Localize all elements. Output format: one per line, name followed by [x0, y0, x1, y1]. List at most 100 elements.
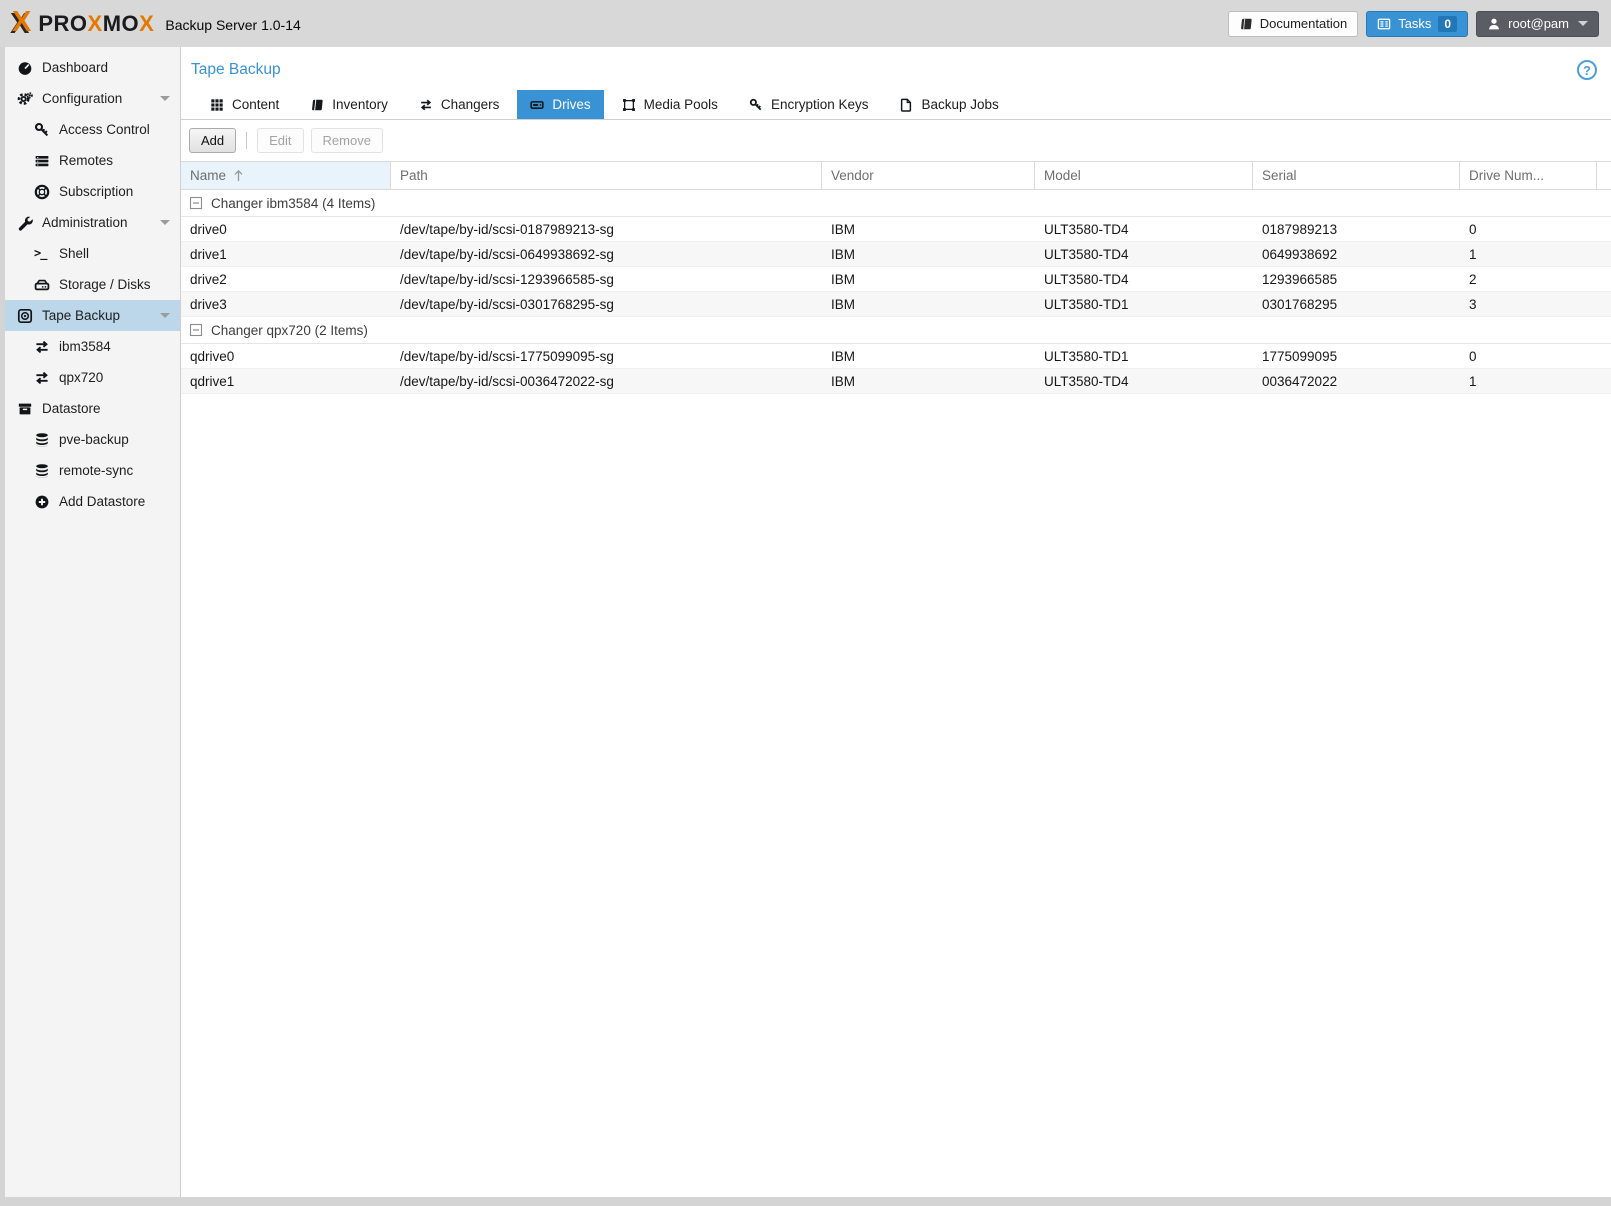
tab-backup-jobs[interactable]: Backup Jobs: [886, 90, 1011, 119]
user-menu-button[interactable]: root@pam: [1476, 10, 1599, 37]
cell-serial: 0649938692: [1262, 246, 1338, 262]
chevron-down-icon[interactable]: [160, 96, 170, 101]
tab-label: Encryption Keys: [770, 97, 869, 112]
sidebar-item-remotes[interactable]: Remotes: [5, 145, 180, 176]
add-button[interactable]: Add: [189, 128, 237, 153]
sidebar-item-storage-disks[interactable]: Storage / Disks: [5, 269, 180, 300]
key-icon: [34, 122, 50, 138]
sidebar-item-ibm3584[interactable]: ibm3584: [5, 331, 180, 362]
sidebar-item-label: Remotes: [59, 153, 114, 168]
wrench-icon: [17, 215, 33, 231]
tasks-label: Tasks: [1398, 16, 1432, 31]
sidebar-item-label: Dashboard: [42, 60, 109, 75]
column-header-drive-num[interactable]: Drive Num...: [1460, 162, 1597, 189]
tab-label: Drives: [552, 97, 591, 112]
group-header-qpx720[interactable]: Changer qpx720 (2 Items): [181, 317, 1611, 344]
column-header-serial[interactable]: Serial: [1253, 162, 1460, 189]
user-label: root@pam: [1508, 16, 1569, 31]
chevron-down-icon[interactable]: [160, 313, 170, 318]
tape-drive-icon: [530, 98, 545, 112]
gears-icon: [17, 91, 33, 107]
cell-model: ULT3580-TD4: [1044, 271, 1129, 287]
tab-drives[interactable]: Drives: [517, 90, 604, 119]
sidebar-item-label: Access Control: [59, 122, 150, 137]
sidebar-item-shell[interactable]: >_ Shell: [5, 238, 180, 269]
sidebar-item-tape-backup[interactable]: Tape Backup: [5, 300, 180, 331]
table-row[interactable]: drive2 /dev/tape/by-id/scsi-1293966585-s…: [181, 267, 1611, 292]
proxmox-wordmark: PROXMOX: [38, 10, 155, 36]
sidebar-item-subscription[interactable]: Subscription: [5, 176, 180, 207]
sidebar-item-administration[interactable]: Administration: [5, 207, 180, 238]
cell-drive-num: 1: [1469, 373, 1477, 389]
group-label: Changer ibm3584 (4 Items): [211, 195, 376, 211]
exchange-icon: [34, 339, 50, 355]
sidebar-item-pve-backup[interactable]: pve-backup: [5, 424, 180, 455]
remove-button[interactable]: Remove: [310, 128, 383, 153]
cell-name: qdrive0: [190, 348, 235, 364]
table-row[interactable]: qdrive0 /dev/tape/by-id/scsi-1775099095-…: [181, 344, 1611, 369]
table-header-row: Name Path Vendor Model Serial Drive Num.…: [181, 161, 1611, 190]
cell-serial: 0036472022: [1262, 373, 1338, 389]
sidebar-item-label: Administration: [42, 215, 128, 230]
tape-icon: [17, 308, 33, 324]
tab-content[interactable]: Content: [197, 90, 292, 119]
gauge-icon: [17, 60, 33, 76]
documentation-label: Documentation: [1259, 16, 1348, 31]
sidebar-item-remote-sync[interactable]: remote-sync: [5, 455, 180, 486]
cell-vendor: IBM: [831, 373, 856, 389]
toolbar: Add Edit Remove: [181, 120, 1611, 161]
collapse-icon[interactable]: [189, 323, 203, 337]
exchange-icon: [419, 98, 433, 112]
sidebar-item-configuration[interactable]: Configuration: [5, 83, 180, 114]
tab-label: Media Pools: [643, 97, 718, 112]
cell-path: /dev/tape/by-id/scsi-1293966585-sg: [400, 271, 614, 287]
table-row[interactable]: drive3 /dev/tape/by-id/scsi-0301768295-s…: [181, 292, 1611, 317]
tab-label: Inventory: [332, 97, 388, 112]
task-list-icon: [1377, 17, 1391, 31]
page-title: Tape Backup: [191, 61, 281, 78]
column-header-path[interactable]: Path: [391, 162, 822, 189]
tab-changers[interactable]: Changers: [406, 90, 513, 119]
sidebar-item-add-datastore[interactable]: Add Datastore: [5, 486, 180, 517]
sidebar-item-datastore[interactable]: Datastore: [5, 393, 180, 424]
sidebar-item-access-control[interactable]: Access Control: [5, 114, 180, 145]
cell-vendor: IBM: [831, 221, 856, 237]
sidebar-item-dashboard[interactable]: Dashboard: [5, 52, 180, 83]
help-icon[interactable]: ?: [1577, 60, 1597, 80]
edit-button[interactable]: Edit: [257, 128, 304, 153]
column-header-name[interactable]: Name: [181, 162, 391, 189]
cell-name: qdrive1: [190, 373, 235, 389]
table-row[interactable]: drive1 /dev/tape/by-id/scsi-0649938692-s…: [181, 242, 1611, 267]
cell-serial: 0301768295: [1262, 296, 1338, 312]
sidebar: Dashboard Configuration Access Control R…: [5, 47, 181, 1197]
sidebar-item-label: remote-sync: [59, 463, 134, 478]
archive-icon: [17, 401, 33, 417]
column-header-vendor[interactable]: Vendor: [822, 162, 1035, 189]
cell-model: ULT3580-TD4: [1044, 221, 1129, 237]
main-area: Dashboard Configuration Access Control R…: [0, 47, 1611, 1206]
server-version-label: Backup Server 1.0-14: [165, 16, 301, 33]
grid-icon: [210, 98, 224, 112]
hdd-icon: [34, 277, 50, 293]
cell-vendor: IBM: [831, 246, 856, 262]
cell-vendor: IBM: [831, 296, 856, 312]
table-row[interactable]: qdrive1 /dev/tape/by-id/scsi-0036472022-…: [181, 369, 1611, 394]
tab-media-pools[interactable]: Media Pools: [609, 90, 731, 119]
chevron-down-icon[interactable]: [160, 220, 170, 225]
user-icon: [1487, 17, 1501, 31]
tab-inventory[interactable]: Inventory: [297, 90, 401, 119]
sidebar-item-label: Subscription: [59, 184, 134, 199]
sidebar-item-label: qpx720: [59, 370, 104, 385]
cell-name: drive0: [190, 221, 227, 237]
sidebar-item-label: Datastore: [42, 401, 101, 416]
group-header-ibm3584[interactable]: Changer ibm3584 (4 Items): [181, 190, 1611, 217]
tasks-count-badge: 0: [1438, 15, 1458, 32]
database-icon: [34, 432, 50, 448]
table-row[interactable]: drive0 /dev/tape/by-id/scsi-0187989213-s…: [181, 217, 1611, 242]
tab-encryption-keys[interactable]: Encryption Keys: [736, 90, 882, 119]
documentation-button[interactable]: Documentation: [1227, 10, 1359, 37]
collapse-icon[interactable]: [189, 196, 203, 210]
column-header-model[interactable]: Model: [1035, 162, 1253, 189]
sidebar-item-qpx720[interactable]: qpx720: [5, 362, 180, 393]
tasks-button[interactable]: Tasks 0: [1366, 10, 1469, 37]
